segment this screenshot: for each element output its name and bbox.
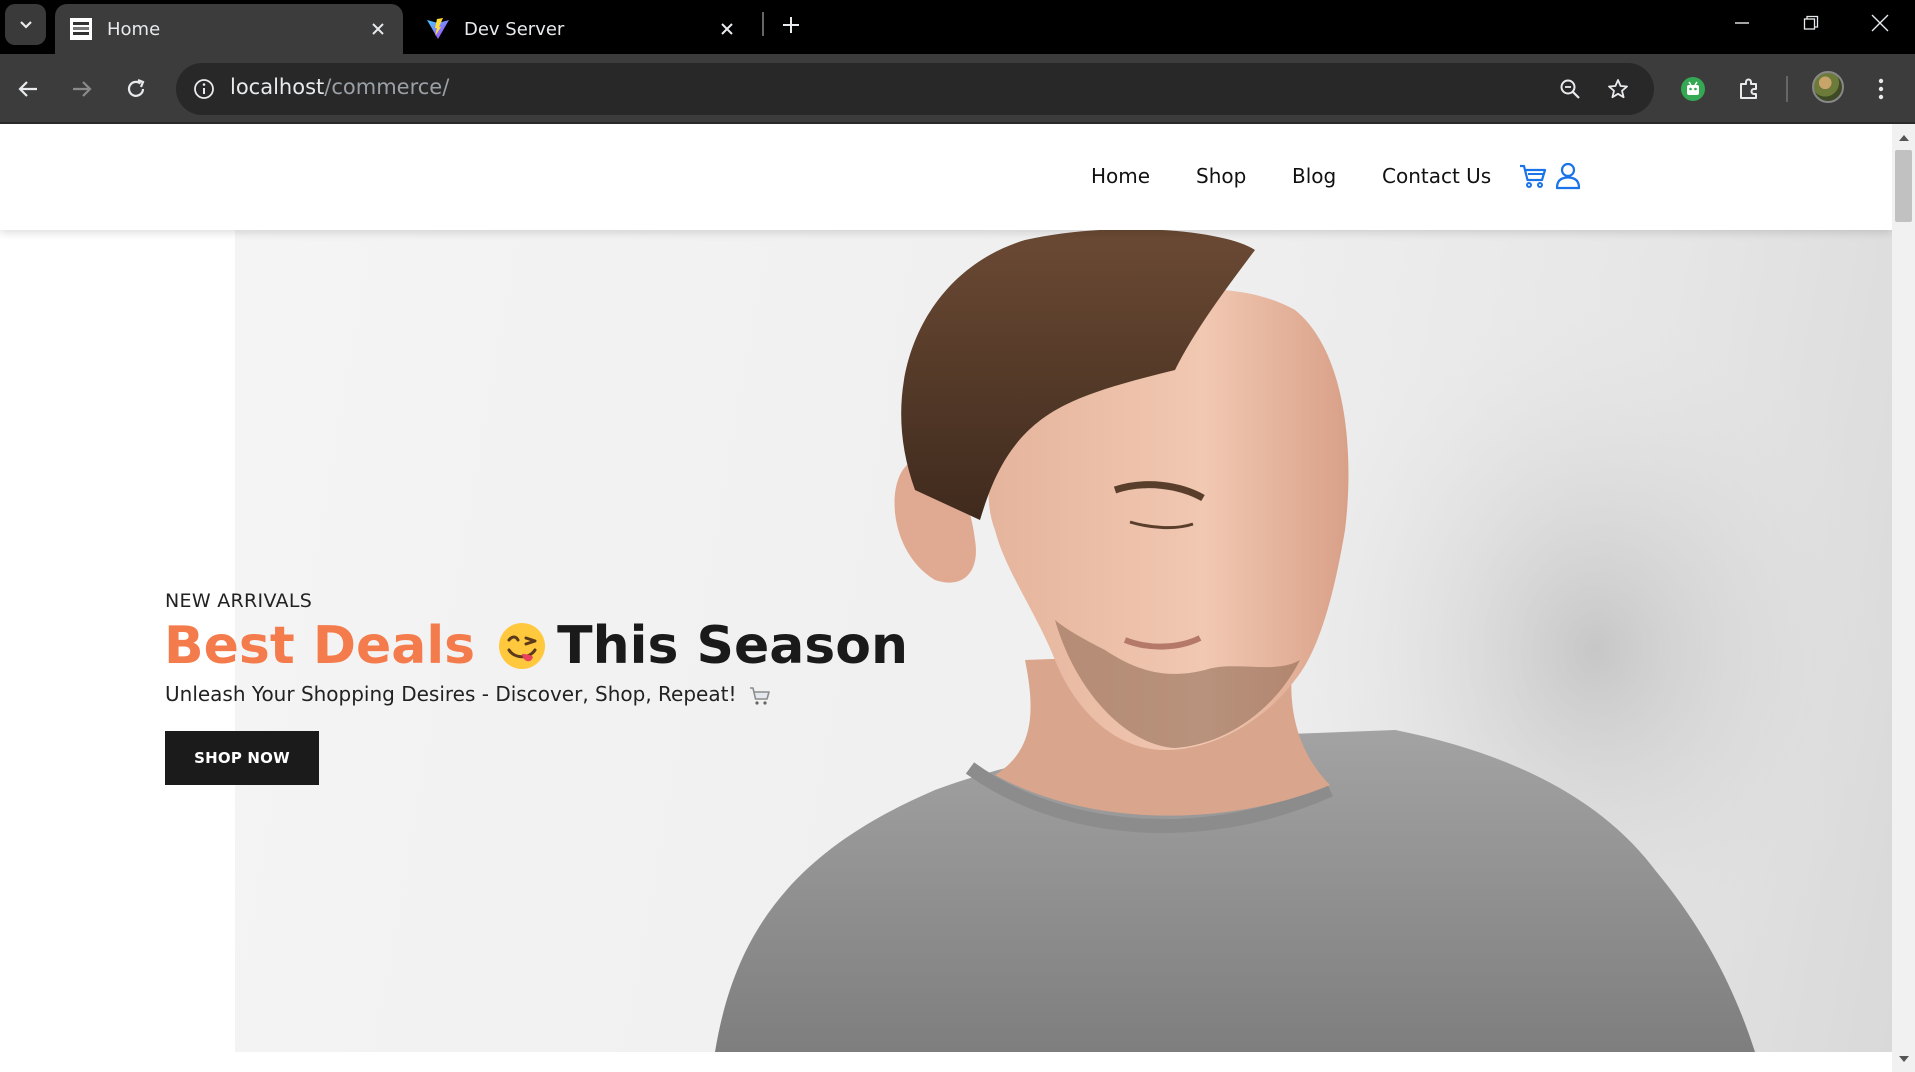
tab-search-button[interactable] [5, 4, 46, 45]
restore-button[interactable] [1783, 6, 1839, 40]
tab-home[interactable]: Home [55, 4, 403, 54]
close-tab-icon[interactable] [716, 18, 738, 40]
restore-icon [1803, 15, 1819, 30]
nav-link-blog[interactable]: Blog [1292, 164, 1336, 188]
reload-icon [127, 78, 145, 97]
extensions-menu-button[interactable] [1729, 69, 1769, 109]
hero-subtitle: Unleash Your Shopping Desires - Discover… [165, 682, 737, 706]
profile-avatar[interactable] [1812, 71, 1844, 103]
hero-banner: NEW ARRIVALS Best Deals This Season Unle… [0, 230, 1892, 1054]
extension-button[interactable] [1673, 69, 1713, 109]
url-host: localhost [230, 75, 325, 99]
forward-arrow-icon [73, 81, 92, 97]
android-extension-icon [1681, 77, 1705, 101]
more-vertical-icon [1878, 78, 1884, 100]
zoom-icon[interactable] [1554, 73, 1586, 105]
page-viewport: Home Shop Blog Contact Us NEW ARRIVALS B… [0, 124, 1892, 1072]
new-tab-button[interactable] [776, 10, 806, 40]
close-tab-icon[interactable] [367, 18, 389, 40]
forward-button[interactable] [62, 69, 102, 109]
close-icon [1871, 14, 1889, 32]
cart-icon[interactable] [1518, 161, 1548, 191]
minimize-icon [1735, 22, 1749, 24]
hero-title-rest: This Season [557, 616, 908, 676]
scroll-down-arrow-icon[interactable] [1892, 1050, 1915, 1068]
scroll-up-arrow-icon[interactable] [1892, 128, 1915, 146]
bookmark-star-icon[interactable] [1602, 73, 1634, 105]
puzzle-icon [1740, 78, 1757, 99]
site-info-icon[interactable] [188, 73, 220, 105]
nav-link-contact[interactable]: Contact Us [1382, 164, 1491, 188]
chevron-down-icon [19, 20, 32, 29]
tab-dev-server[interactable]: Dev Server [412, 4, 752, 54]
browser-tab-strip: Home Dev Server [0, 0, 1915, 54]
nav-link-home[interactable]: Home [1091, 164, 1150, 188]
reload-button[interactable] [116, 69, 156, 109]
hero-subtitle-row: Unleash Your Shopping Desires - Discover… [165, 682, 771, 706]
site-header: Home Shop Blog Contact Us [0, 124, 1892, 230]
user-icon[interactable] [1553, 161, 1583, 191]
hero-title-accent: Best Deals [164, 616, 476, 676]
minimize-button[interactable] [1714, 6, 1770, 40]
nav-link-shop[interactable]: Shop [1196, 164, 1246, 188]
yum-face-emoji-icon [499, 623, 546, 669]
browser-toolbar: localhost/commerce/ [0, 54, 1915, 124]
scrollbar-thumb[interactable] [1895, 150, 1912, 222]
site-favicon-icon [70, 18, 92, 40]
shopping-cart-emoji-icon [749, 686, 770, 705]
plus-icon [783, 17, 799, 33]
toolbar-divider [1786, 76, 1788, 102]
url-path: /commerce/ [324, 75, 450, 99]
back-arrow-icon [18, 81, 37, 97]
vite-logo-icon [427, 18, 449, 39]
tab-title: Dev Server [464, 18, 565, 40]
tab-title: Home [107, 18, 161, 40]
shop-now-button[interactable]: SHOP NOW [165, 731, 319, 785]
hero-title: Best Deals This Season [164, 616, 908, 676]
tab-divider [762, 12, 764, 36]
browser-menu-button[interactable] [1861, 69, 1901, 109]
page-scrollbar[interactable] [1892, 124, 1915, 1072]
close-window-button[interactable] [1852, 6, 1908, 40]
hero-eyebrow: NEW ARRIVALS [165, 590, 313, 612]
address-bar[interactable]: localhost/commerce/ [176, 63, 1654, 115]
url-text: localhost/commerce/ [230, 75, 449, 99]
back-button[interactable] [8, 69, 48, 109]
